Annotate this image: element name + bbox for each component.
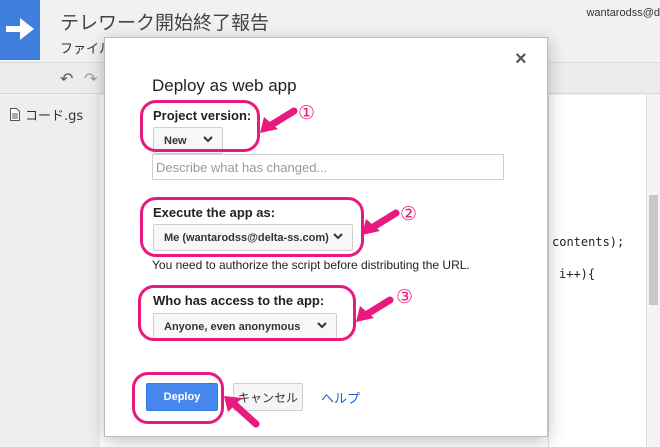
highlight-deploy bbox=[132, 372, 224, 424]
arrow-callout-3-icon bbox=[356, 296, 394, 322]
editor-scrollbar[interactable] bbox=[646, 95, 660, 447]
highlight-execute-as bbox=[140, 197, 364, 257]
close-icon[interactable]: × bbox=[515, 48, 527, 71]
callout-2: ② bbox=[400, 203, 418, 225]
file-panel: コード.gs bbox=[0, 95, 100, 447]
callout-3: ③ bbox=[396, 286, 414, 308]
dialog-title: Deploy as web app bbox=[152, 76, 297, 95]
highlight-access bbox=[138, 285, 356, 341]
arrow-deploy-icon bbox=[224, 396, 260, 428]
version-description-input[interactable]: Describe what has changed... bbox=[152, 154, 504, 180]
scrollbar-thumb[interactable] bbox=[649, 195, 658, 305]
authorize-note: You need to authorize the script before … bbox=[152, 258, 470, 272]
user-account[interactable]: wantarodss@d bbox=[586, 7, 660, 19]
project-title[interactable]: テレワーク開始終了報告 bbox=[60, 8, 269, 35]
arrow-callout-2-icon bbox=[362, 209, 400, 235]
file-item-code-gs[interactable]: コード.gs bbox=[10, 105, 83, 124]
app-logo[interactable] bbox=[0, 0, 40, 60]
file-icon bbox=[10, 108, 20, 121]
undo-icon[interactable]: ↶ bbox=[60, 69, 73, 89]
file-name: コード.gs bbox=[25, 109, 84, 124]
help-link[interactable]: ヘルプ bbox=[321, 388, 360, 407]
arrow-callout-1-icon bbox=[260, 107, 298, 133]
redo-icon[interactable]: ↷ bbox=[84, 69, 97, 89]
highlight-project-version bbox=[140, 100, 260, 152]
code-line: contents); bbox=[552, 235, 625, 249]
callout-1: ① bbox=[298, 102, 316, 124]
code-line: i++){ bbox=[559, 267, 596, 281]
arrow-right-icon bbox=[6, 18, 34, 40]
code-editor-visible-area[interactable]: contents); i++){ bbox=[548, 95, 660, 447]
